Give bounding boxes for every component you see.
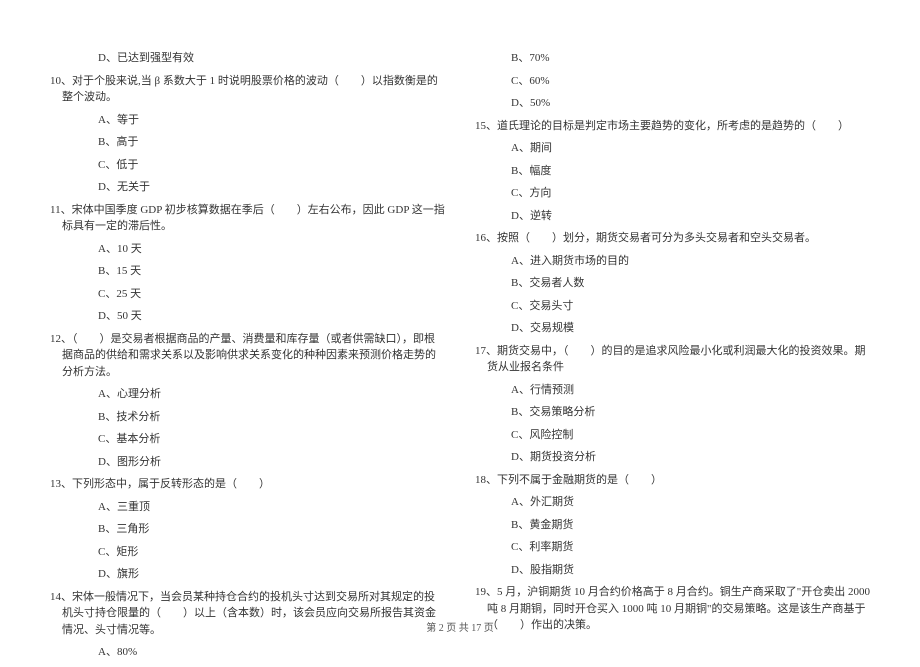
question-17: 17、期货交易中，（ ）的目的是追求风险最小化或利润最大化的投资效果。期货从业报… xyxy=(475,343,870,376)
q17-option-b: B、交易策略分析 xyxy=(475,404,870,421)
q17-option-c: C、风险控制 xyxy=(475,427,870,444)
q12-option-c: C、基本分析 xyxy=(50,431,445,448)
question-10: 10、对于个股来说,当 β 系数大于 1 时说明股票价格的波动（ ）以指数衡是的… xyxy=(50,73,445,106)
q13-option-c: C、矩形 xyxy=(50,544,445,561)
q14-option-b: B、70% xyxy=(475,50,870,67)
q15-option-a: A、期间 xyxy=(475,140,870,157)
question-18: 18、下列不属于金融期货的是（ ） xyxy=(475,472,870,489)
q12-option-d: D、图形分析 xyxy=(50,454,445,471)
q14-option-a: A、80% xyxy=(50,644,445,661)
q17-option-a: A、行情预测 xyxy=(475,382,870,399)
q18-option-a: A、外汇期货 xyxy=(475,494,870,511)
two-column-layout: D、已达到强型有效 10、对于个股来说,当 β 系数大于 1 时说明股票价格的波… xyxy=(50,50,870,667)
q11-option-c: C、25 天 xyxy=(50,286,445,303)
q13-option-b: B、三角形 xyxy=(50,521,445,538)
q12-option-b: B、技术分析 xyxy=(50,409,445,426)
q10-option-c: C、低于 xyxy=(50,157,445,174)
q16-option-b: B、交易者人数 xyxy=(475,275,870,292)
left-column: D、已达到强型有效 10、对于个股来说,当 β 系数大于 1 时说明股票价格的波… xyxy=(50,50,445,667)
question-13: 13、下列形态中，属于反转形态的是（ ） xyxy=(50,476,445,493)
q15-option-c: C、方向 xyxy=(475,185,870,202)
question-16: 16、按照（ ）划分，期货交易者可分为多头交易者和空头交易者。 xyxy=(475,230,870,247)
q18-option-d: D、股指期货 xyxy=(475,562,870,579)
q14-option-d: D、50% xyxy=(475,95,870,112)
q16-option-d: D、交易规模 xyxy=(475,320,870,337)
q10-option-d: D、无关于 xyxy=(50,179,445,196)
q13-option-d: D、旗形 xyxy=(50,566,445,583)
q11-option-b: B、15 天 xyxy=(50,263,445,280)
q15-option-b: B、幅度 xyxy=(475,163,870,180)
q16-option-c: C、交易头寸 xyxy=(475,298,870,315)
q12-option-a: A、心理分析 xyxy=(50,386,445,403)
question-12: 12、（ ）是交易者根据商品的产量、消费量和库存量（或者供需缺口），即根据商品的… xyxy=(50,331,445,381)
q10-option-a: A、等于 xyxy=(50,112,445,129)
q15-option-d: D、逆转 xyxy=(475,208,870,225)
q16-option-a: A、进入期货市场的目的 xyxy=(475,253,870,270)
q9-option-d: D、已达到强型有效 xyxy=(50,50,445,67)
question-15: 15、道氏理论的目标是判定市场主要趋势的变化，所考虑的是趋势的（ ） xyxy=(475,118,870,135)
q10-option-b: B、高于 xyxy=(50,134,445,151)
question-11: 11、宋体中国季度 GDP 初步核算数据在季后（ ）左右公布，因此 GDP 这一… xyxy=(50,202,445,235)
q13-option-a: A、三重顶 xyxy=(50,499,445,516)
q11-option-a: A、10 天 xyxy=(50,241,445,258)
q14-option-c: C、60% xyxy=(475,73,870,90)
q18-option-c: C、利率期货 xyxy=(475,539,870,556)
q11-option-d: D、50 天 xyxy=(50,308,445,325)
page-footer: 第 2 页 共 17 页 xyxy=(0,621,920,636)
q17-option-d: D、期货投资分析 xyxy=(475,449,870,466)
right-column: B、70% C、60% D、50% 15、道氏理论的目标是判定市场主要趋势的变化… xyxy=(475,50,870,667)
q18-option-b: B、黄金期货 xyxy=(475,517,870,534)
